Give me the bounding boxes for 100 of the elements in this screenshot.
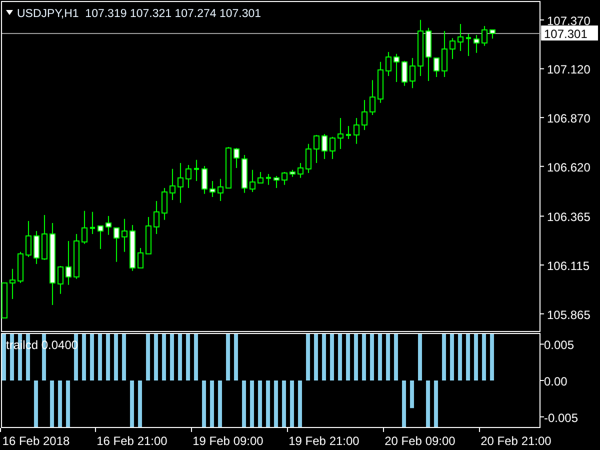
candlestick bbox=[98, 225, 104, 250]
histogram-bar bbox=[306, 334, 310, 380]
candlestick bbox=[242, 154, 248, 194]
candlestick bbox=[434, 58, 440, 78]
histogram-bar bbox=[450, 334, 454, 380]
histogram-bar bbox=[418, 334, 422, 380]
histogram-bar bbox=[98, 334, 102, 380]
histogram-bar bbox=[250, 380, 254, 427]
histogram-bar bbox=[426, 380, 430, 427]
price-label: 106.620 bbox=[547, 160, 590, 174]
ref-line-label: 107.301 bbox=[544, 27, 588, 41]
histogram-bar bbox=[490, 334, 494, 380]
histogram-bar bbox=[218, 380, 222, 427]
candlestick bbox=[58, 265, 64, 294]
candlestick bbox=[26, 220, 32, 258]
candlestick bbox=[298, 162, 304, 178]
histogram-bar bbox=[482, 334, 486, 380]
candlestick bbox=[250, 169, 256, 192]
candlestick bbox=[394, 53, 400, 83]
histogram-bar bbox=[202, 380, 206, 427]
time-label: 19 Feb 21:00 bbox=[288, 434, 360, 448]
candlestick bbox=[282, 172, 288, 186]
price-label: 106.365 bbox=[547, 210, 590, 224]
time-label: 16 Feb 2018 bbox=[2, 434, 70, 448]
histogram-bar bbox=[386, 334, 390, 380]
candlestick bbox=[154, 200, 160, 234]
histogram-bar bbox=[298, 380, 302, 427]
histogram-bar bbox=[394, 334, 398, 380]
candlestick bbox=[170, 168, 176, 200]
histogram-bar bbox=[434, 380, 438, 427]
price-label: 105.865 bbox=[547, 308, 590, 322]
candlestick bbox=[122, 218, 128, 252]
histogram-bar bbox=[466, 334, 470, 380]
candlestick bbox=[314, 134, 320, 164]
candlestick bbox=[402, 60, 408, 86]
candlestick bbox=[482, 25, 488, 46]
candlestick bbox=[258, 172, 264, 184]
histogram-bar bbox=[138, 380, 142, 427]
candlestick bbox=[146, 216, 152, 254]
histogram-bar bbox=[90, 334, 94, 380]
histogram-bar bbox=[2, 334, 6, 380]
candlestick bbox=[194, 159, 199, 182]
histogram-bar bbox=[458, 334, 462, 380]
histogram-bar bbox=[274, 380, 278, 427]
candlestick bbox=[458, 24, 464, 52]
histogram-bar bbox=[106, 334, 110, 380]
candlestick bbox=[10, 268, 16, 300]
candlestick bbox=[410, 58, 416, 89]
chart-header: USDJPY,H1 107.319 107.321 107.274 107.301 bbox=[17, 8, 262, 20]
candlestick bbox=[2, 282, 8, 318]
histogram-bar bbox=[442, 334, 446, 380]
histogram-bar bbox=[114, 334, 118, 380]
histogram-bar bbox=[266, 380, 270, 427]
candlestick bbox=[74, 233, 80, 280]
indicator-scale-label: 0.005 bbox=[544, 338, 574, 352]
candlestick bbox=[330, 136, 336, 160]
candlestick bbox=[130, 224, 136, 272]
histogram-bar bbox=[226, 334, 230, 380]
histogram-bar bbox=[378, 334, 382, 380]
histogram-bar bbox=[194, 334, 198, 380]
price-label: 106.115 bbox=[547, 259, 590, 273]
candlestick bbox=[490, 28, 496, 40]
candlestick bbox=[274, 175, 280, 189]
candlestick bbox=[106, 215, 112, 236]
indicator-scale-label: -0.005 bbox=[544, 410, 578, 425]
histogram-bar bbox=[314, 334, 318, 380]
histogram-bar bbox=[258, 380, 262, 427]
candlestick bbox=[354, 117, 360, 144]
histogram-bar bbox=[178, 334, 182, 380]
candlestick bbox=[114, 227, 120, 262]
time-label: 20 Feb 21:00 bbox=[480, 434, 552, 448]
price-label: 107.370 bbox=[547, 14, 590, 28]
candlestick bbox=[66, 240, 72, 286]
candlestick bbox=[210, 180, 216, 198]
candlestick bbox=[42, 214, 48, 260]
candlestick bbox=[226, 146, 232, 189]
time-label: 19 Feb 09:00 bbox=[192, 434, 264, 448]
candlestick bbox=[386, 51, 392, 76]
time-label: 20 Feb 09:00 bbox=[384, 434, 456, 448]
price-label: 106.870 bbox=[547, 112, 590, 126]
histogram-bar bbox=[282, 380, 286, 427]
histogram-bar bbox=[322, 334, 326, 380]
candlestick bbox=[418, 19, 424, 76]
price-label: 107.120 bbox=[547, 62, 590, 77]
histogram-bar bbox=[410, 380, 414, 408]
candlestick bbox=[442, 30, 448, 78]
histogram-bar bbox=[474, 334, 478, 380]
histogram-bar bbox=[370, 334, 374, 380]
candlestick bbox=[90, 211, 95, 234]
histogram-bar bbox=[346, 334, 350, 380]
time-label: 16 Feb 21:00 bbox=[96, 434, 168, 448]
histogram-bar bbox=[58, 380, 62, 427]
triangle-icon bbox=[6, 10, 13, 15]
candlestick bbox=[218, 178, 224, 202]
candlestick bbox=[370, 80, 376, 116]
candlestick bbox=[82, 210, 88, 244]
candlestick bbox=[186, 164, 192, 189]
histogram-bar bbox=[34, 380, 38, 427]
candlestick bbox=[306, 143, 312, 174]
histogram-bar bbox=[170, 334, 174, 380]
